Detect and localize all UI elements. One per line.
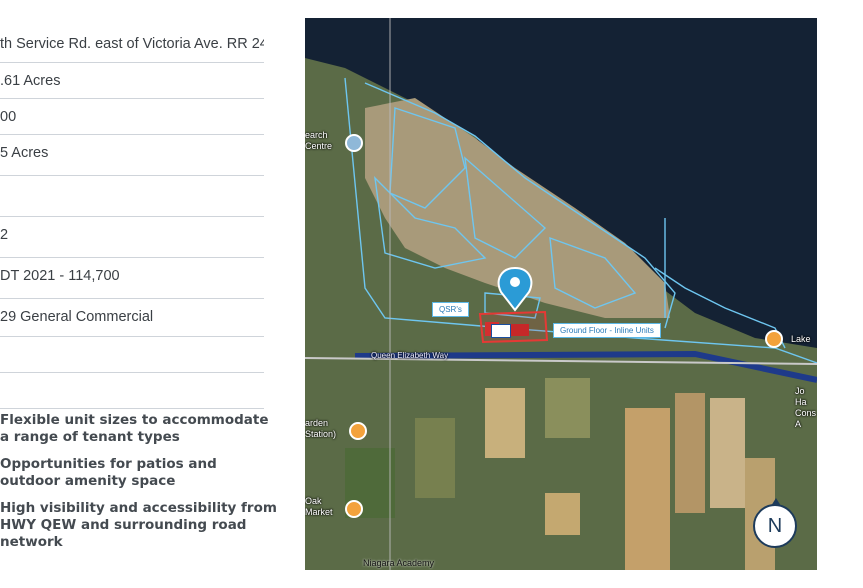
lake-label: Lake: [791, 334, 811, 344]
map-graphic: [305, 18, 817, 570]
table-row: [0, 337, 264, 373]
farm-field: [545, 378, 590, 438]
niagara-academy-label: Niagara Academy: [363, 558, 435, 568]
farm-field: [415, 418, 455, 498]
qsr-label: QSR's: [432, 302, 469, 317]
table-row: 00: [0, 99, 264, 135]
units-value: 2: [0, 227, 9, 243]
farm-field: [545, 493, 580, 535]
inline-units-label: Ground Floor - Inline Units: [553, 323, 661, 338]
location-value: th Service Rd. east of Victoria Ave. RR …: [0, 36, 264, 52]
table-row: 5 Acres: [0, 135, 264, 176]
site-area-value: .61 Acres: [0, 73, 61, 89]
garden-station-label: arden Station): [305, 418, 337, 439]
development-area-value: 5 Acres: [0, 145, 49, 161]
highlight-item: High visibility and accessibility from H…: [0, 500, 277, 550]
table-row: [0, 373, 264, 409]
highlight-item: Opportunities for patios and outdoor ame…: [0, 456, 217, 489]
aerial-site-map: QSR's Ground Floor - Inline Units Queen …: [305, 18, 817, 570]
restaurant-marker-icon: [349, 422, 367, 440]
tim-hortons-logo: [511, 324, 529, 336]
table-row: [0, 176, 264, 217]
restaurant-marker-icon: [345, 500, 363, 518]
table-row: 2: [0, 217, 264, 258]
highlights-list: Flexible unit sizes to accommodate a ran…: [0, 412, 280, 561]
zoning-value: 29 General Commercial: [0, 309, 154, 325]
building-area-value: 00: [0, 109, 17, 125]
traffic-count-value: DT 2021 - 114,700: [0, 268, 120, 284]
farm-field: [710, 398, 745, 508]
table-row: th Service Rd. east of Victoria Ave. RR …: [0, 28, 264, 63]
table-row: 29 General Commercial: [0, 299, 264, 337]
restaurant-marker-icon: [765, 330, 783, 348]
esso-logo: [491, 324, 511, 338]
table-row: .61 Acres: [0, 63, 264, 99]
table-row: DT 2021 - 114,700: [0, 258, 264, 299]
farm-field: [675, 393, 705, 513]
highlight-item: Flexible unit sizes to accommodate a ran…: [0, 412, 269, 445]
property-details-table: th Service Rd. east of Victoria Ave. RR …: [0, 28, 264, 409]
highway-label: Queen Elizabeth Way: [371, 351, 449, 360]
research-centre-label: earch Centre: [305, 130, 333, 151]
compass-north-icon[interactable]: N: [753, 498, 797, 548]
place-marker-icon: [345, 134, 363, 152]
farm-field: [625, 408, 670, 570]
right-edge-label: Jo Ha Cons A: [795, 386, 817, 429]
oak-market-label: Oak Market: [305, 496, 333, 517]
farm-field: [485, 388, 525, 458]
